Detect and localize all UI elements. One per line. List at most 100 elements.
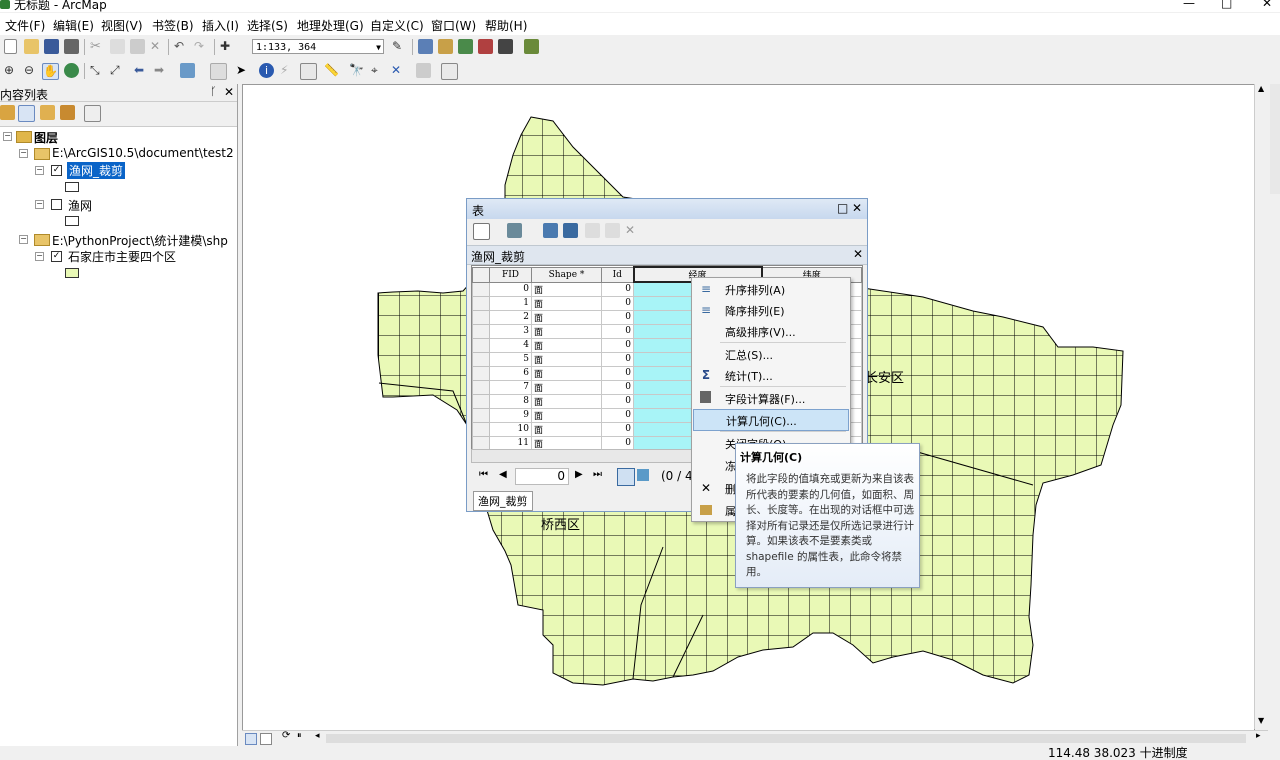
redo-icon[interactable]: ↷	[194, 39, 209, 54]
scroll-up-icon[interactable]: ▲	[1258, 84, 1264, 93]
table-window-titlebar[interactable]: 表 □ ✕	[467, 199, 867, 219]
scroll-down-icon[interactable]: ▼	[1258, 716, 1264, 725]
switch-selection-icon[interactable]	[563, 223, 578, 238]
collapse-icon[interactable]: −	[3, 132, 12, 141]
cell-fid[interactable]: 10	[489, 421, 532, 437]
toc-root-layers[interactable]: 图层	[34, 129, 58, 146]
list-by-source-icon[interactable]	[18, 105, 35, 122]
collapse-icon[interactable]: −	[35, 252, 44, 261]
cell-shape[interactable]: 面	[531, 365, 602, 381]
maximize-icon[interactable]: □	[837, 201, 848, 215]
search-window-icon[interactable]	[458, 39, 473, 54]
pin-icon[interactable]: ᚴ	[210, 85, 217, 98]
cut-icon[interactable]: ✂	[90, 39, 105, 54]
cell-id[interactable]: 0	[601, 323, 634, 339]
cell-fid[interactable]: 4	[489, 337, 532, 353]
menu-item-summarize[interactable]: 汇总(S)...	[693, 344, 847, 364]
identify-icon[interactable]: i	[259, 63, 274, 78]
cell-fid[interactable]: 2	[489, 309, 532, 325]
cell-id[interactable]: 0	[601, 421, 634, 437]
table-options-icon[interactable]	[473, 223, 490, 240]
layout-view-icon[interactable]	[260, 733, 272, 745]
column-header-id[interactable]: Id	[601, 266, 634, 283]
cell-id[interactable]: 0	[601, 281, 634, 297]
save-icon[interactable]	[44, 39, 59, 54]
zoom-in-icon[interactable]: ⊕	[4, 63, 19, 78]
cell-fid[interactable]: 1	[489, 295, 532, 311]
close-tab-icon[interactable]: ✕	[853, 247, 863, 261]
menu-view[interactable]: 视图(V)	[101, 17, 143, 34]
menu-windows[interactable]: 窗口(W)	[431, 17, 476, 34]
menu-geoprocessing[interactable]: 地理处理(G)	[297, 17, 364, 34]
html-popup-icon[interactable]	[300, 63, 317, 80]
row-header[interactable]	[472, 281, 490, 297]
cell-fid[interactable]: 9	[489, 407, 532, 423]
select-by-attributes-icon[interactable]	[543, 223, 558, 238]
select-elements-icon[interactable]: ➤	[236, 63, 251, 78]
pan-icon[interactable]: ✋	[42, 63, 59, 80]
row-header[interactable]	[472, 421, 490, 437]
collapse-icon[interactable]: −	[35, 166, 44, 175]
add-data-icon[interactable]: ✚	[220, 39, 235, 54]
footer-tab[interactable]: 渔网_裁剪	[473, 491, 533, 511]
row-header-corner[interactable]	[472, 266, 490, 283]
menu-edit[interactable]: 编辑(E)	[53, 17, 94, 34]
undo-icon[interactable]: ↶	[174, 39, 189, 54]
list-by-selection-icon[interactable]	[60, 105, 75, 120]
paste-icon[interactable]	[130, 39, 145, 54]
new-document-icon[interactable]	[4, 39, 17, 54]
python-window-icon[interactable]	[498, 39, 513, 54]
layer-visibility-checkbox[interactable]	[51, 199, 62, 210]
menu-item-advanced-sort[interactable]: 高级排序(V)...	[693, 321, 847, 341]
row-header[interactable]	[472, 435, 490, 449]
row-header[interactable]	[472, 351, 490, 367]
row-header[interactable]	[472, 407, 490, 423]
layer-symbol[interactable]	[65, 268, 79, 278]
go-forward-icon[interactable]: ➡	[154, 63, 169, 78]
list-by-drawing-order-icon[interactable]	[0, 105, 15, 120]
map-horizontal-scrollbar[interactable]	[326, 734, 1246, 743]
menu-item-sort-descending[interactable]: ≡ 降序排列(E)	[693, 300, 847, 320]
menu-item-calculate-geometry[interactable]: 计算几何(C)...	[693, 409, 849, 431]
clear-selection-icon[interactable]	[210, 63, 227, 80]
first-record-icon[interactable]: ⏮	[479, 469, 488, 480]
related-tables-icon[interactable]	[507, 223, 522, 238]
menu-item-statistics[interactable]: Σ 统计(T)...	[693, 365, 847, 385]
scroll-left-icon[interactable]: ◂	[315, 731, 320, 741]
row-header[interactable]	[472, 323, 490, 339]
cell-shape[interactable]: 面	[531, 351, 602, 367]
find-route-icon[interactable]: ⌖	[371, 63, 386, 78]
hyperlink-icon[interactable]: ⚡	[280, 63, 295, 78]
pause-drawing-icon[interactable]: ⏸	[297, 731, 302, 741]
measure-icon[interactable]: 📏	[324, 63, 339, 78]
cell-id[interactable]: 0	[601, 365, 634, 381]
full-extent-icon[interactable]	[64, 63, 79, 78]
row-header[interactable]	[472, 393, 490, 409]
column-header-shape[interactable]: Shape *	[531, 266, 602, 283]
maximize-icon[interactable]: □	[1221, 0, 1232, 10]
refresh-icon[interactable]: ⟳	[282, 730, 290, 741]
row-header[interactable]	[472, 365, 490, 381]
data-view-icon[interactable]	[245, 733, 257, 745]
editor-icon[interactable]: ✎	[392, 39, 407, 54]
clear-selection-icon[interactable]	[585, 223, 600, 238]
show-selected-records-icon[interactable]	[637, 469, 649, 481]
cell-id[interactable]: 0	[601, 337, 634, 353]
menu-help[interactable]: 帮助(H)	[485, 17, 527, 34]
cell-id[interactable]: 0	[601, 309, 634, 325]
next-record-icon[interactable]: ▶	[575, 469, 583, 480]
cell-id[interactable]: 0	[601, 435, 634, 449]
row-header[interactable]	[472, 309, 490, 325]
create-viewer-icon[interactable]	[441, 63, 458, 80]
menu-file[interactable]: 文件(F)	[5, 17, 45, 34]
go-back-icon[interactable]: ⬅	[134, 63, 149, 78]
menu-item-sort-ascending[interactable]: ≡ 升序排列(A)	[693, 279, 847, 299]
cell-shape[interactable]: 面	[531, 379, 602, 395]
cell-id[interactable]: 0	[601, 393, 634, 409]
toc-layer-selected[interactable]: 渔网_裁剪	[67, 162, 126, 179]
layer-visibility-checkbox[interactable]: ✓	[51, 251, 62, 262]
cell-shape[interactable]: 面	[531, 281, 602, 297]
cell-id[interactable]: 0	[601, 379, 634, 395]
collapse-icon[interactable]: −	[35, 200, 44, 209]
cell-shape[interactable]: 面	[531, 323, 602, 339]
